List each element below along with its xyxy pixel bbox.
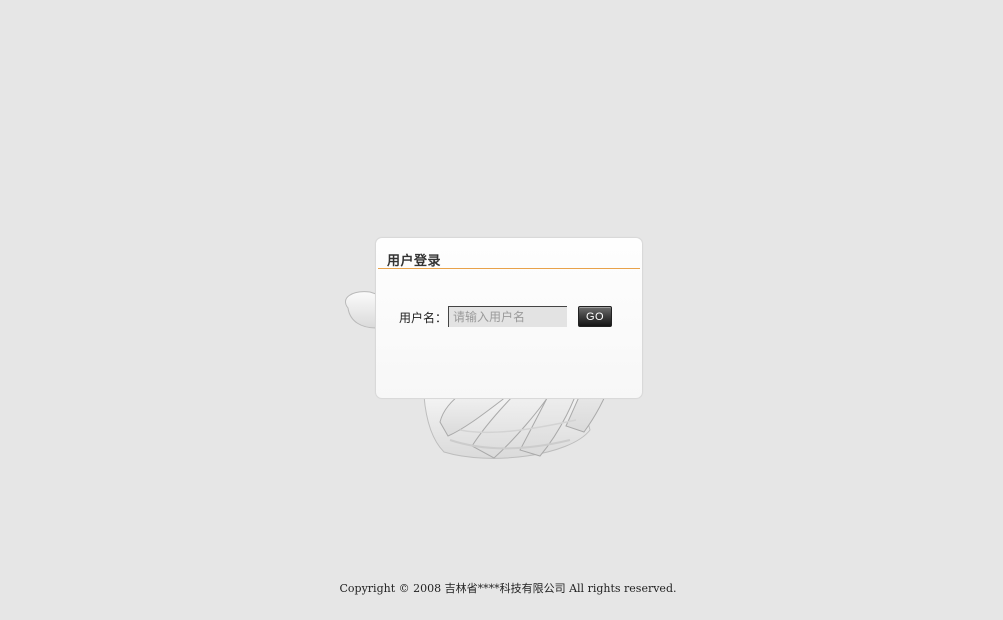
footer-copyright: Copyright © 2008 吉林省****科技有限公司 All right…	[339, 582, 677, 595]
title-divider	[378, 268, 640, 269]
username-label: 用户名：	[399, 311, 448, 325]
go-button[interactable]: GO	[578, 306, 612, 327]
login-panel: 用户登录 用户名： GO	[375, 237, 643, 399]
login-title: 用户登录	[387, 254, 442, 269]
username-input[interactable]	[448, 306, 567, 327]
